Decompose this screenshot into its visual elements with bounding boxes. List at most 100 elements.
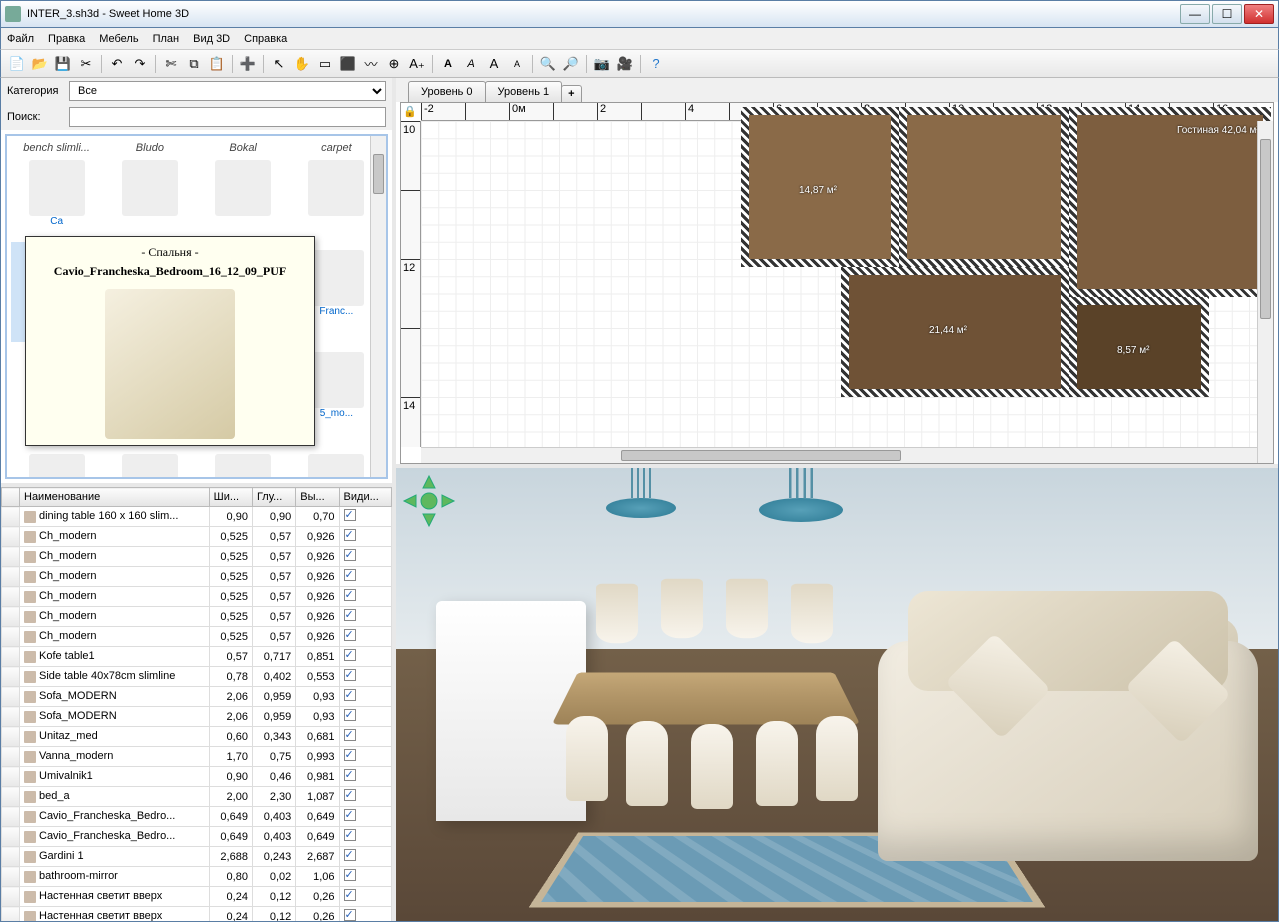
preferences-icon[interactable]: ✂ [76,54,96,74]
menu-edit[interactable]: Правка [48,33,85,45]
visibility-checkbox[interactable] [344,809,356,821]
redo-icon[interactable]: ↷ [130,54,150,74]
cut-icon[interactable]: ✄ [161,54,181,74]
table-header[interactable]: Вы... [296,488,339,507]
decrease-text-icon[interactable]: A [507,54,527,74]
create-walls-icon[interactable]: ▭ [315,54,335,74]
table-row[interactable]: Unitaz_med0,600,3430,681 [2,727,392,747]
select-icon[interactable]: ↖ [269,54,289,74]
visibility-checkbox[interactable] [344,849,356,861]
plan-view[interactable]: 🔒 -20м246810121416 101214 14,87 м² Гости… [400,102,1274,464]
table-header[interactable]: Наименование [20,488,210,507]
visibility-checkbox[interactable] [344,669,356,681]
visibility-checkbox[interactable] [344,629,356,641]
visibility-checkbox[interactable] [344,689,356,701]
table-row[interactable]: dining table 160 x 160 slim...0,900,900,… [2,507,392,527]
table-row[interactable]: Ch_modern0,5250,570,926 [2,587,392,607]
create-dimension-icon[interactable]: ⊕ [384,54,404,74]
paste-icon[interactable]: 📋 [207,54,227,74]
menu-plan[interactable]: План [153,33,180,45]
new-file-icon[interactable]: 📄 [7,54,27,74]
table-header[interactable]: Глу... [252,488,295,507]
table-row[interactable]: Cavio_Francheska_Bedro...0,6490,4030,649 [2,807,392,827]
table-header[interactable]: Ши... [209,488,252,507]
menu-furniture[interactable]: Мебель [99,33,138,45]
table-row[interactable]: Cavio_Francheska_Bedro...0,6490,4030,649 [2,827,392,847]
catalog-item[interactable]: Bludo [104,140,195,240]
text-bold-icon[interactable]: A [438,54,458,74]
plan-vscroll[interactable] [1257,121,1273,463]
table-row[interactable]: Sofa_MODERN2,060,9590,93 [2,707,392,727]
visibility-checkbox[interactable] [344,749,356,761]
table-row[interactable]: Ch_modern0,5250,570,926 [2,607,392,627]
search-input[interactable] [69,107,386,127]
navigation-pad[interactable] [402,474,456,528]
save-icon[interactable]: 💾 [53,54,73,74]
video-icon[interactable]: 🎥 [615,54,635,74]
menu-file[interactable]: Файл [7,33,34,45]
undo-icon[interactable]: ↶ [107,54,127,74]
table-header[interactable] [2,488,20,507]
visibility-checkbox[interactable] [344,549,356,561]
catalog-item[interactable] [198,446,289,479]
plan-hscroll[interactable] [421,447,1257,463]
table-row[interactable]: Side table 40x78cm slimline0,780,4020,55… [2,667,392,687]
table-row[interactable]: Настенная светит вверх0,240,120,26 [2,887,392,907]
table-row[interactable]: Sofa_MODERN2,060,9590,93 [2,687,392,707]
category-select[interactable]: Все [69,81,386,101]
create-polyline-icon[interactable]: 〰 [361,54,381,74]
text-italic-icon[interactable]: A [461,54,481,74]
visibility-checkbox[interactable] [344,569,356,581]
maximize-button[interactable]: ☐ [1212,4,1242,24]
increase-text-icon[interactable]: A [484,54,504,74]
open-icon[interactable]: 📂 [30,54,50,74]
catalog-item[interactable]: bench slimli...Ca [11,140,102,240]
catalog-item[interactable]: Bokal [198,140,289,240]
visibility-checkbox[interactable] [344,529,356,541]
lock-icon[interactable]: 🔒 [403,105,419,119]
table-row[interactable]: bed_a2,002,301,087 [2,787,392,807]
tab-level-1[interactable]: Уровень 1 [485,81,563,102]
table-row[interactable]: Ch_modern0,5250,570,926 [2,567,392,587]
table-row[interactable]: Ch_modern0,5250,570,926 [2,547,392,567]
table-row[interactable]: Vanna_modern1,700,750,993 [2,747,392,767]
table-row[interactable]: Gardini 12,6880,2432,687 [2,847,392,867]
table-header[interactable]: Види... [339,488,391,507]
visibility-checkbox[interactable] [344,709,356,721]
help-icon[interactable]: ? [646,54,666,74]
create-room-icon[interactable]: ⬛ [338,54,358,74]
visibility-checkbox[interactable] [344,729,356,741]
visibility-checkbox[interactable] [344,789,356,801]
tab-add[interactable]: + [561,85,581,102]
visibility-checkbox[interactable] [344,609,356,621]
visibility-checkbox[interactable] [344,909,356,921]
create-label-icon[interactable]: A₊ [407,54,427,74]
catalog-item[interactable]: _671... [291,446,382,479]
minimize-button[interactable]: — [1180,4,1210,24]
table-row[interactable]: bathroom-mirror0,800,021,06 [2,867,392,887]
table-row[interactable]: Umivalnik10,900,460,981 [2,767,392,787]
close-button[interactable]: ✕ [1244,4,1274,24]
catalog-item[interactable]: carpet [291,140,382,240]
visibility-checkbox[interactable] [344,829,356,841]
zoom-in-icon[interactable]: 🔍 [538,54,558,74]
table-row[interactable]: Kofe table10,570,7170,851 [2,647,392,667]
visibility-checkbox[interactable] [344,769,356,781]
zoom-out-icon[interactable]: 🔎 [561,54,581,74]
visibility-checkbox[interactable] [344,589,356,601]
add-furniture-icon[interactable]: ➕ [238,54,258,74]
table-row[interactable]: Ch_modern0,5250,570,926 [2,527,392,547]
catalog-item[interactable] [104,446,195,479]
menu-3d[interactable]: Вид 3D [193,33,230,45]
copy-icon[interactable]: ⧉ [184,54,204,74]
visibility-checkbox[interactable] [344,509,356,521]
pan-icon[interactable]: ✋ [292,54,312,74]
catalog-scrollbar[interactable] [370,136,386,477]
visibility-checkbox[interactable] [344,889,356,901]
table-row[interactable]: Настенная светит вверх0,240,120,26 [2,907,392,922]
visibility-checkbox[interactable] [344,649,356,661]
menu-help[interactable]: Справка [244,33,287,45]
photo-icon[interactable]: 📷 [592,54,612,74]
visibility-checkbox[interactable] [344,869,356,881]
tab-level-0[interactable]: Уровень 0 [408,81,486,102]
